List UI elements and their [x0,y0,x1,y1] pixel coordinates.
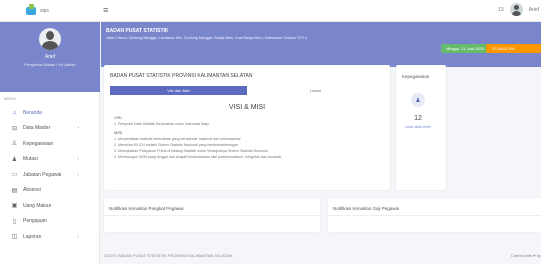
user-avatar[interactable] [509,3,523,16]
misi-item: 3. Mewujudkan Pelayanan Prima di Bidang … [114,149,268,153]
user-icon: ♙ [11,141,18,148]
card-tabs: Visi dan Misi Lokasi [110,86,384,95]
sidebar-item-label: Beranda [23,109,42,116]
visi-label: VISI [114,115,122,120]
database-icon: ⊟ [11,125,18,132]
footer: 2023 © BADAN PUSAT STATISTIK PROVINSI KA… [101,247,541,264]
menu-heading: MENU [4,96,16,101]
user-menu[interactable]: 13 Arief [498,3,541,16]
banner-address: Jalan Trikora, Guntung Manggis, Landasan… [106,36,307,40]
view-more-link[interactable]: Lihat data lebih [396,125,440,129]
divider [328,215,541,216]
kepegawaian-card: Kepegawaian ♟ 12 Lihat data lebih [396,65,446,190]
profile-role: Pengelola Mutasi / Ke Admin [24,62,76,67]
footer-credit: Crafted with ♥ by [510,253,541,258]
top-bar: sips ≡ 13 Arief [0,0,541,22]
home-icon: ⌂ [12,109,17,116]
sidebar-item-mutasi[interactable]: ♟ Mutasi › [0,152,99,168]
header-banner: BADAN PUSAT STATISTIK Jalan Trikora, Gun… [101,22,541,67]
misi-item: 4. Membangun SDM yang Unggul dan Adaptif… [114,155,282,159]
sidebar-item-label: Mutasi [23,156,38,163]
card-title: BADAN PUSAT STATISTIK PROVINSI KALIMANTA… [110,73,253,79]
misi-label: MISI [114,130,123,135]
sidebar-item-jabatan-pegawai[interactable]: ▭ Jabatan Pegawai › [0,167,99,183]
brand-name: sips [40,7,49,14]
sidebar-item-kepegawaian[interactable]: ♙ Kepegawaian [0,136,99,152]
sidebar-item-label: Uang Makan [23,202,52,209]
chevron-right-icon: › [77,125,79,132]
date-badge: Minggu, 11 Juni 2023 [441,44,489,53]
visi-item: 1. Penyedia Data Statistik Berkualitas u… [114,122,210,126]
notification-count[interactable]: 13 [498,7,504,13]
sidebar-item-absensi[interactable]: ▤ Absensi [0,183,99,199]
wallet-icon: ▣ [11,203,18,210]
visi-misi-heading: VISI & MISI [228,104,266,111]
file-icon: ▯ [12,218,17,225]
card-title: Kepegawaian [402,74,430,79]
notif-gaji-card: Notifikasi Kenaikan Gaji Pegawai [328,198,541,232]
card-title: Notifikasi Kenaikan Gaji Pegawai [333,206,400,211]
time-badge: 07:08:01 PM [486,44,541,53]
footer-copyright: 2023 © BADAN PUSAT STATISTIK PROVINSI KA… [104,253,234,258]
report-icon: ◫ [11,234,18,241]
sidebar-item-label: Data Master [23,125,51,132]
sidebar-item-label: Pengajuan [23,218,47,225]
users-icon: ♟ [11,156,18,163]
sidebar-item-pengajuan[interactable]: ▯ Pengajuan [0,214,99,230]
sidebar-item-label: Jabatan Pegawai [23,171,62,178]
chevron-right-icon: › [77,156,79,163]
users-icon: ♟ [411,93,425,107]
chevron-right-icon: › [77,171,79,178]
banner-title: BADAN PUSAT STATISTIK [106,28,169,34]
card-title: Notifikasi Kenaikan Pangkat Pegawai [109,206,184,211]
logo-icon [26,3,36,15]
profile-name: Arief [44,54,56,60]
tab-visi-misi[interactable]: Visi dan Misi [110,86,247,95]
sidebar-item-laporan[interactable]: ◫ Laporan › [0,229,99,245]
calendar-icon: ▤ [11,187,18,194]
misi-item: 1. Menyediakan statistik berkualitas yan… [114,137,241,141]
hamburger-icon[interactable]: ≡ [103,6,108,15]
avatar [39,28,61,50]
sidebar-item-data-master[interactable]: ⊟ Data Master › [0,121,99,137]
employee-count: 12 [414,115,422,122]
sidebar-item-beranda[interactable]: ⌂ Beranda [0,105,99,121]
chevron-right-icon: › [77,233,79,240]
profile-card: Arief Pengelola Mutasi / Ke Admin [0,22,100,92]
divider [104,215,320,216]
user-name[interactable]: Arief [529,7,539,13]
visi-misi-card: BADAN PUSAT STATISTIK PROVINSI KALIMANTA… [104,65,390,190]
misi-item: 2. Membina K/L/D/I melalui Sistem Statis… [114,143,239,147]
notif-pangkat-card: Notifikasi Kenaikan Pangkat Pegawai [104,198,320,232]
tab-lokasi[interactable]: Lokasi [247,86,384,95]
sidebar-item-uang-makan[interactable]: ▣ Uang Makan [0,198,99,214]
id-card-icon: ▭ [11,172,18,179]
sidebar: Arief Pengelola Mutasi / Ke Admin MENU ⌂… [0,22,100,264]
sidebar-item-label: Laporan [23,233,42,240]
sidebar-item-label: Kepegawaian [23,140,54,147]
brand[interactable]: sips [0,0,100,22]
sidebar-item-label: Absensi [23,187,41,194]
